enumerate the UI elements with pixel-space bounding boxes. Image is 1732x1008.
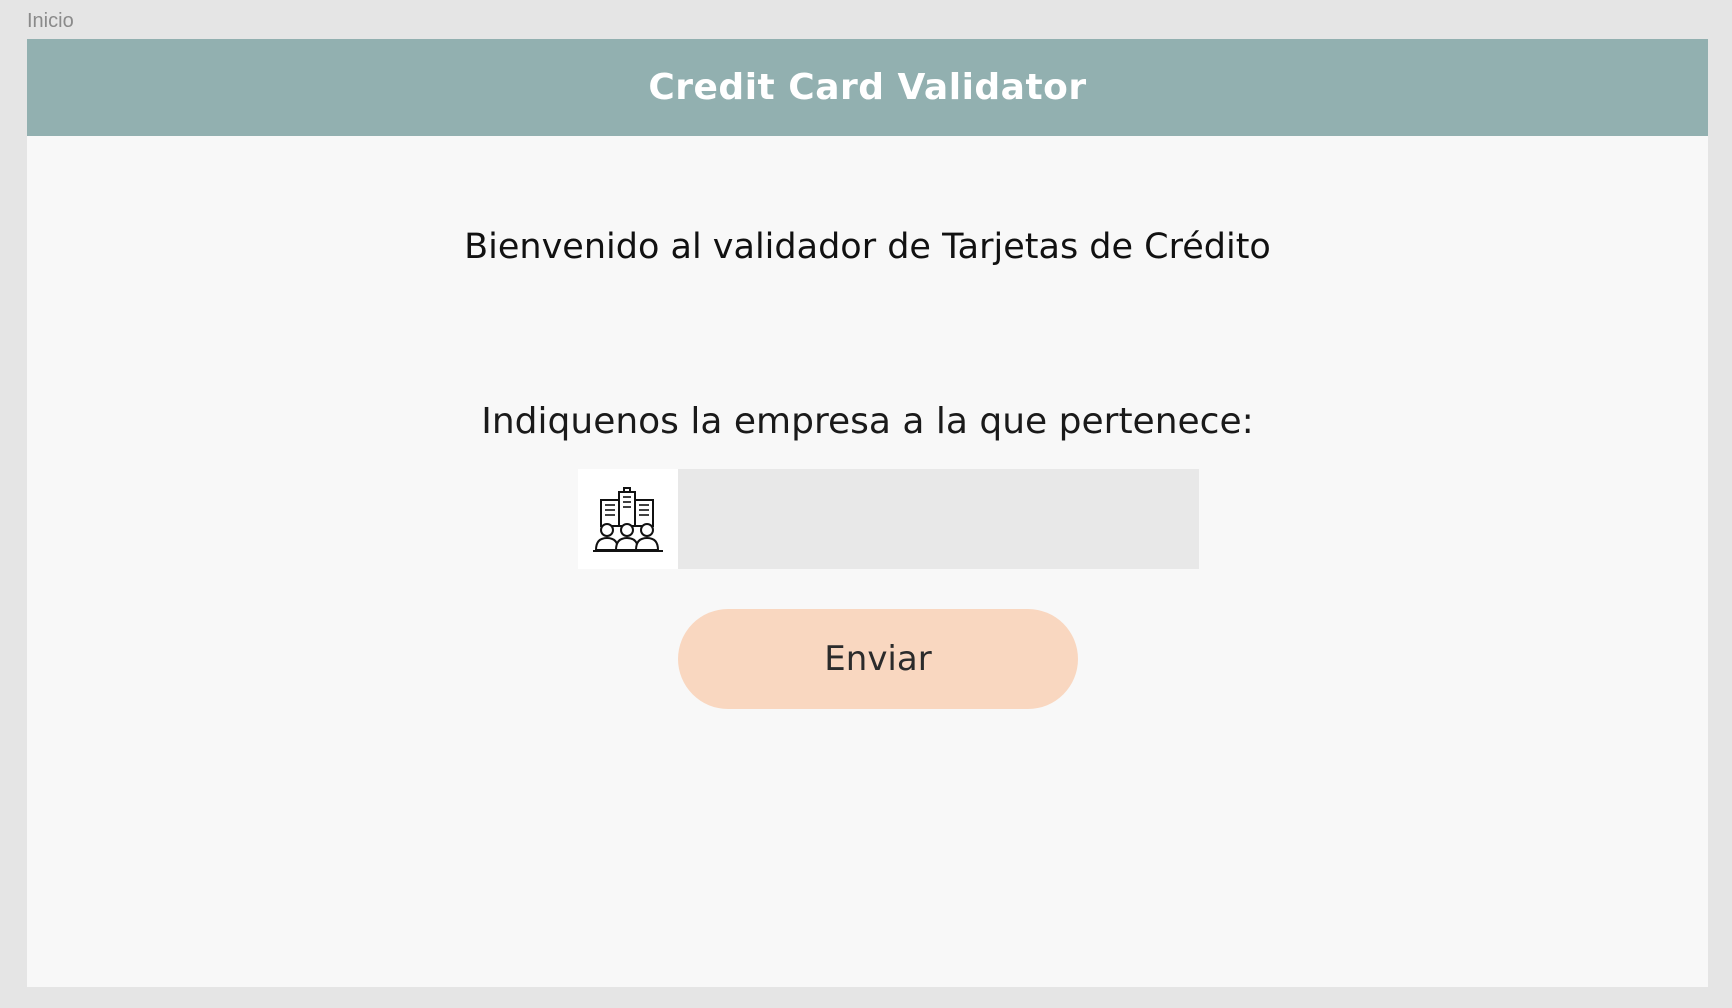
send-button[interactable]: Enviar: [678, 609, 1078, 709]
company-input[interactable]: [678, 469, 1199, 569]
header-bar: Credit Card Validator: [27, 39, 1708, 136]
app-window: Credit Card Validator Bienvenido al vali…: [27, 39, 1708, 987]
company-field-group: [578, 469, 1199, 569]
company-prompt: Indiquenos la empresa a la que pertenece…: [481, 401, 1254, 442]
welcome-message: Bienvenido al validador de Tarjetas de C…: [464, 227, 1271, 267]
app-title: Credit Card Validator: [648, 67, 1087, 108]
frame-label: Inicio: [27, 10, 74, 32]
company-building-people-icon: [578, 469, 678, 569]
